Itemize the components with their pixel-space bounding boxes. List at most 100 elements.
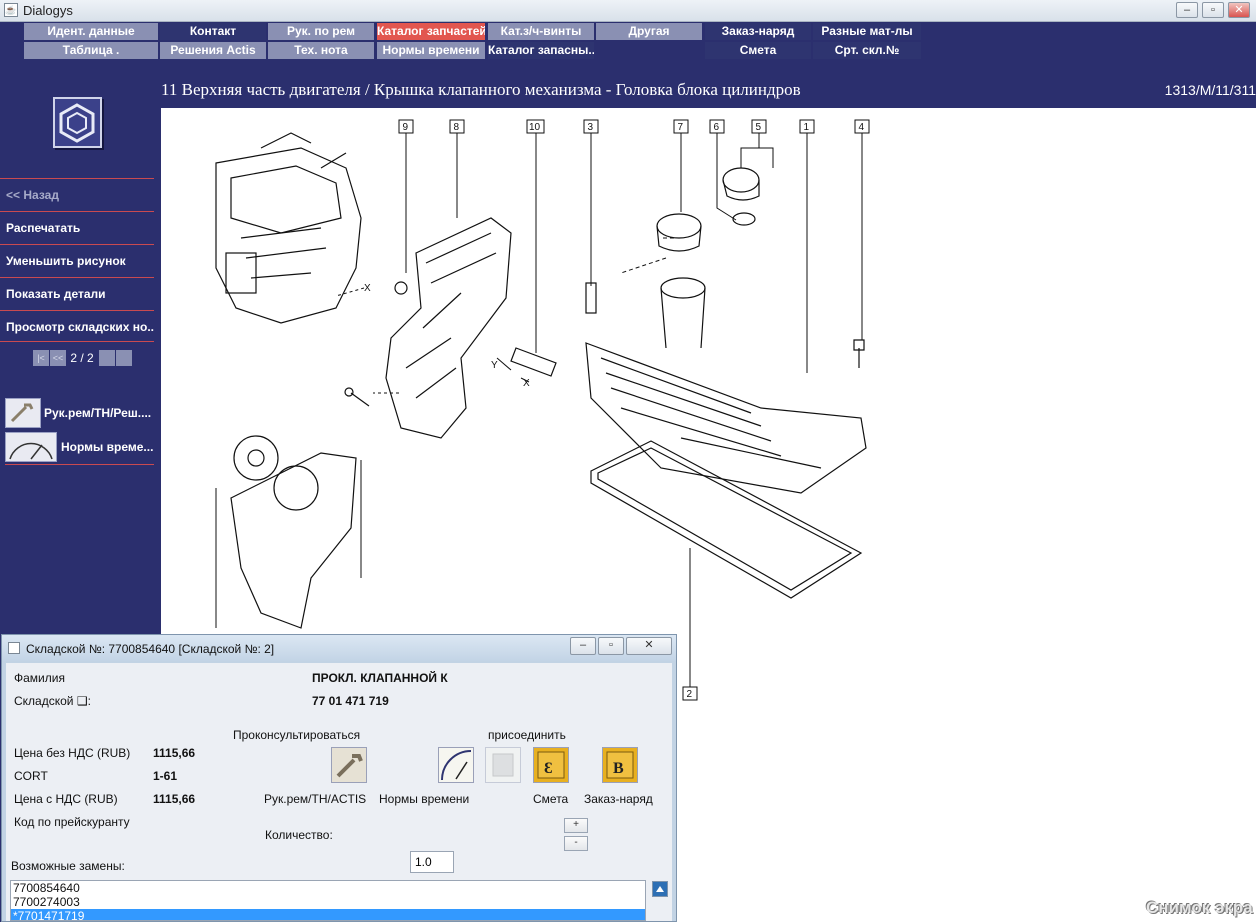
gauge-thumbnail-icon [5, 432, 57, 462]
prev-page-icon[interactable]: << [50, 350, 66, 366]
menu-parts-catalog[interactable]: Каталог запчастей [377, 23, 485, 40]
dialog-maximize-button[interactable]: ▫ [598, 637, 624, 655]
next-page-icon[interactable] [99, 350, 116, 366]
wrench-icon [332, 748, 366, 782]
menu-parts-screws[interactable]: Кат.з/ч-винты [488, 23, 594, 40]
repair-manual-link[interactable]: Рук.рем/ТН/Реш.... [5, 398, 154, 428]
maximize-button[interactable]: ▫ [1202, 2, 1224, 18]
screenshot-watermark: Снимок экра [1146, 898, 1253, 917]
quantity-increment-button[interactable]: + [564, 818, 588, 833]
dialog-body: Фамилия ПРОКЛ. КЛАПАННОЙ К Складской ❑: … [6, 663, 672, 921]
callout-2: 2 [687, 689, 693, 700]
callout-leaders [215, 133, 863, 688]
callout-10: 10 [529, 122, 541, 133]
menu-misc-materials[interactable]: Разные мат-лы [813, 23, 921, 40]
list-item-selected[interactable]: *7701471719 [11, 909, 645, 920]
price-incl-vat-label: Цена с НДС (RUB) [14, 792, 118, 806]
attach-label: присоединить [488, 728, 566, 742]
java-dialog-icon [8, 642, 20, 654]
menu-contact[interactable]: Контакт [160, 23, 266, 40]
menu-estimate[interactable]: Смета [705, 42, 811, 59]
minimize-button[interactable]: – [1176, 2, 1198, 18]
menu-stock-number[interactable]: Срт. скл.№ [813, 42, 921, 59]
family-label: Фамилия [14, 671, 65, 685]
package-icon [492, 753, 514, 777]
scroll-up-icon[interactable] [652, 881, 668, 897]
close-button[interactable]: ✕ [1228, 2, 1250, 18]
price-incl-vat-value: 1115,66 [153, 792, 196, 806]
labor-times-button-label: Нормы времени [379, 792, 470, 806]
timing-cover-illustration [385, 217, 512, 439]
menu-grid: Идент. данные Контакт Рук. по рем Катало… [24, 23, 924, 61]
first-page-icon[interactable]: |< [33, 350, 49, 366]
back-link[interactable]: << Назад [0, 178, 154, 210]
estimate-button[interactable]: Ɛ [533, 747, 569, 783]
callout-5: 5 [756, 122, 762, 133]
page-heading: 11 Верхняя часть двигателя / Крышка клап… [161, 80, 1256, 104]
labor-times-button[interactable] [438, 747, 474, 783]
quantity-input[interactable] [410, 851, 454, 873]
wrench-thumbnail-icon [5, 398, 41, 428]
valve-cover-illustration [585, 342, 867, 494]
labor-times-link[interactable]: Нормы време... [5, 432, 154, 465]
stock-value: 77 01 471 719 [312, 694, 389, 708]
substitutes-list[interactable]: 7700854640 7700274003 *7701471719 [10, 880, 646, 921]
price-excl-vat-value: 1115,66 [153, 746, 196, 760]
estimate-button-label: Смета [533, 792, 569, 806]
callout-6: 6 [714, 122, 720, 133]
family-value: ПРОКЛ. КЛАПАННОЙ К [312, 671, 448, 685]
show-details-link[interactable]: Показать детали [0, 277, 154, 309]
consult-label: Проконсультироваться [233, 728, 361, 742]
java-app-icon: ☕ [4, 3, 18, 17]
menu-other[interactable]: Другая [596, 23, 702, 40]
cort-value: 1-61 [153, 769, 178, 783]
axis-label-x2: X [523, 378, 530, 389]
callout-4: 4 [859, 122, 865, 133]
gauge-icon [441, 750, 472, 781]
stock-label: Складской ❑: [14, 694, 91, 708]
work-order-button[interactable]: B [602, 747, 638, 783]
attach-part-button[interactable] [485, 747, 521, 783]
shrink-image-link[interactable]: Уменьшить рисунок [0, 244, 154, 276]
callout-1: 1 [804, 122, 810, 133]
view-stock-numbers-link[interactable]: Просмотр складских но... [0, 310, 154, 342]
callout-labels: 9 8 10 3 7 6 5 1 4 2 X Y X [364, 119, 870, 701]
menu-table[interactable]: Таблица . [24, 42, 158, 59]
repair-manual-button-label: Рук.рем/ТН/ACTIS [264, 792, 367, 806]
callout-8: 8 [454, 122, 460, 133]
axis-label-x1: X [364, 283, 371, 294]
last-page-icon[interactable] [116, 350, 133, 366]
work-order-button-label: Заказ-наряд [584, 792, 653, 806]
svg-text:B: B [613, 760, 624, 777]
window-titlebar: ☕ Dialogys – ▫ ✕ [0, 0, 1256, 22]
dialog-close-button[interactable]: ✕ [626, 637, 672, 655]
menu-repair-manual[interactable]: Рук. по рем [268, 23, 374, 40]
list-item[interactable]: 7700854640 [11, 881, 645, 895]
dialog-titlebar: Складской №: 7700854640 [Складской №: 2]… [2, 635, 676, 661]
svg-text:Ɛ: Ɛ [544, 760, 552, 777]
gasket-illustration [590, 440, 863, 599]
repair-manual-label: Рук.рем/ТН/Реш.... [44, 406, 152, 420]
dialog-title: Складской №: 7700854640 [Складской №: 2] [26, 642, 275, 656]
list-item[interactable]: 7700274003 [11, 895, 645, 909]
menu-work-order[interactable]: Заказ-наряд [705, 23, 811, 40]
pager: |< << 2 / 2 [33, 350, 133, 366]
repair-manual-button[interactable] [331, 747, 367, 783]
menu-ident[interactable]: Идент. данные [24, 23, 158, 40]
stock-number-dialog: Складской №: 7700854640 [Складской №: 2]… [1, 634, 677, 922]
menu-actis-solutions[interactable]: Решения Actis [160, 42, 266, 59]
pulley-illustration [233, 435, 279, 481]
menu-spare-catalog[interactable]: Каталог запасны... [488, 42, 594, 59]
menu-tech-note[interactable]: Тех. нота [268, 42, 374, 59]
work-order-icon: B [606, 751, 634, 779]
substitutes-label: Возможные замены: [11, 859, 125, 873]
menu-labor-times[interactable]: Нормы времени [377, 42, 485, 59]
labor-times-label: Нормы време... [61, 440, 154, 454]
callout-3: 3 [588, 122, 594, 133]
diagram-reference: 1313/M/11/311 [1164, 82, 1256, 98]
dialog-minimize-button[interactable]: – [570, 637, 596, 655]
quantity-decrement-button[interactable]: - [564, 836, 588, 851]
page-indicator: 2 / 2 [70, 351, 94, 365]
callout-9: 9 [403, 122, 409, 133]
print-link[interactable]: Распечатать [0, 211, 154, 243]
